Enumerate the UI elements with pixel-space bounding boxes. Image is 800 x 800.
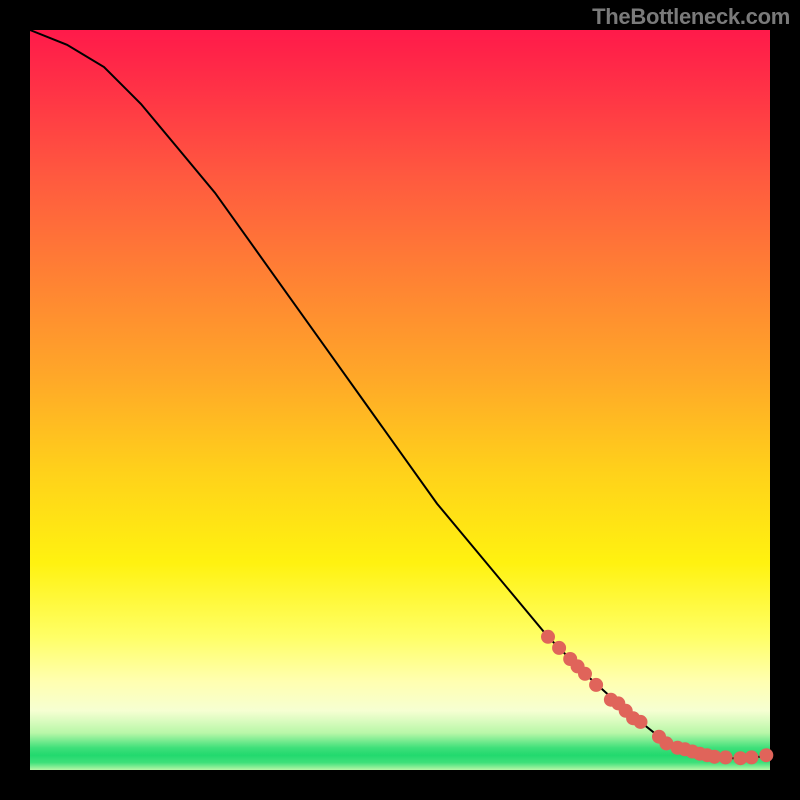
watermark-text: TheBottleneck.com (592, 4, 790, 30)
data-marker (541, 630, 555, 644)
chart-svg (30, 30, 770, 770)
data-marker (589, 678, 603, 692)
data-marker (552, 641, 566, 655)
data-marker (634, 715, 648, 729)
data-marker (759, 748, 773, 762)
data-marker (745, 750, 759, 764)
chart-container: TheBottleneck.com (0, 0, 800, 800)
plot-area (30, 30, 770, 770)
marker-group (541, 630, 773, 765)
data-marker (719, 750, 733, 764)
main-curve (30, 30, 770, 758)
data-marker (578, 667, 592, 681)
